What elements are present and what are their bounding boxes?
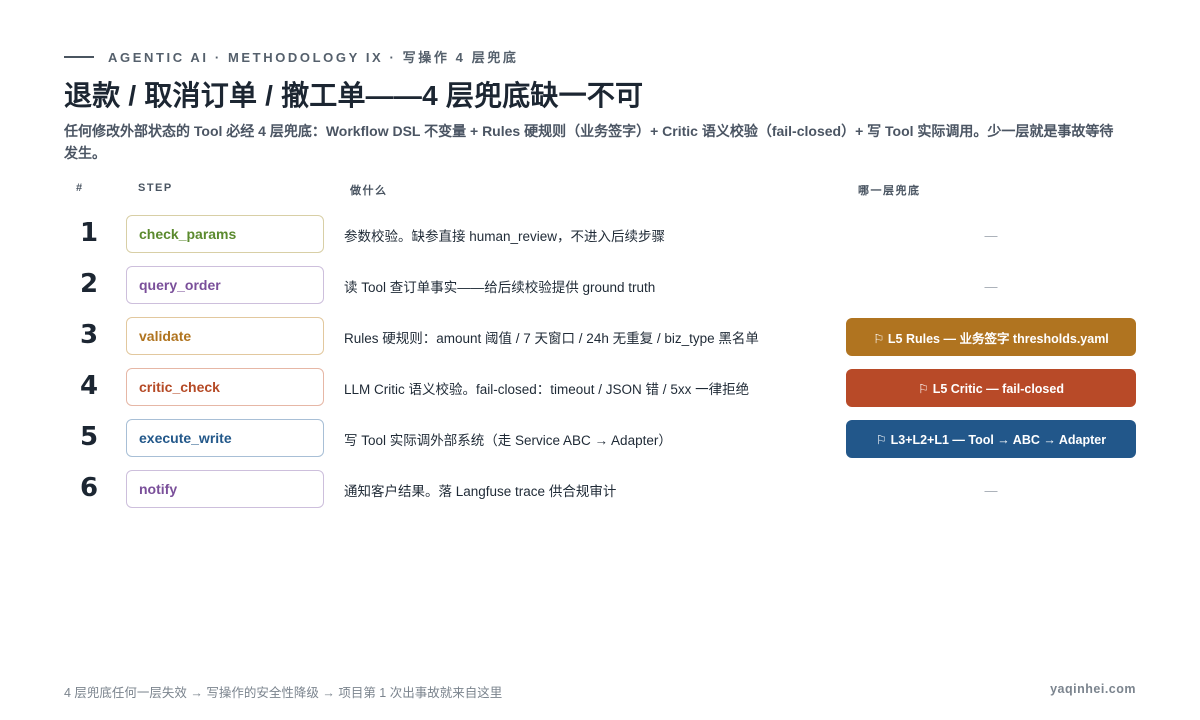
table-row: 3 validate Rules 硬规则：amount 阈值 / 7 天窗口 /… [0, 317, 1200, 357]
step-description: 读 Tool 查订单事实——给后续校验提供 ground truth [344, 280, 656, 295]
step-number: 1 [79, 218, 99, 248]
eyebrow: AGENTIC AI · METHODOLOGY IX · 写操作 4 层兜底 [64, 47, 519, 66]
step-chip: critic_check [126, 368, 324, 406]
step-number: 2 [79, 269, 99, 299]
step-description: 写 Tool 实际调外部系统（走 Service ABC → Adapter） [344, 433, 672, 448]
step-description: 参数校验。缺参直接 human_review，不进入后续步骤 [344, 229, 666, 244]
step-description: 通知客户结果。落 Langfuse trace 供合规审计 [344, 484, 617, 499]
table-row: 5 execute_write 写 Tool 实际调外部系统（走 Service… [0, 419, 1200, 459]
step-chip: validate [126, 317, 324, 355]
step-number: 5 [79, 422, 99, 452]
page-subtitle: 任何修改外部状态的 Tool 必经 4 层兜底：Workflow DSL 不变量… [64, 123, 1114, 161]
header-what: 做什么 [350, 185, 388, 197]
header-num: # [76, 182, 84, 194]
table-row: 6 notify 通知客户结果。落 Langfuse trace 供合规审计 — [0, 470, 1200, 510]
step-chip: execute_write [126, 419, 324, 457]
step-chip: check_params [126, 215, 324, 253]
layer-badge-critic: ⚐ L5 Critic — fail-closed [846, 369, 1136, 407]
header-layer: 哪一层兜底 [858, 185, 921, 197]
layer-badge-tool: ⚐ L3+L2+L1 — Tool → ABC → Adapter [846, 420, 1136, 458]
footer-note: 4 层兜底任何一层失效 → 写操作的安全性降级 → 项目第 1 次出事故就来自这… [64, 686, 503, 700]
step-description: LLM Critic 语义校验。fail-closed：timeout / JS… [344, 382, 750, 397]
table-row: 4 critic_check LLM Critic 语义校验。fail-clos… [0, 368, 1200, 408]
header-step: STEP [138, 182, 173, 194]
step-number: 3 [79, 320, 99, 350]
step-chip: notify [126, 470, 324, 508]
step-chip: query_order [126, 266, 324, 304]
step-number: 4 [79, 371, 99, 401]
page-title: 退款 / 取消订单 / 撤工单——4 层兜底缺一不可 [64, 80, 644, 111]
step-number: 6 [79, 473, 99, 503]
footer-site: yaqinhei.com [1050, 682, 1136, 696]
table-row: 2 query_order 读 Tool 查订单事实——给后续校验提供 grou… [0, 266, 1200, 306]
eyebrow-dash [64, 55, 94, 58]
table-row: 1 check_params 参数校验。缺参直接 human_review，不进… [0, 215, 1200, 255]
layer-empty: — [984, 227, 998, 243]
layer-empty: — [984, 482, 998, 498]
step-description: Rules 硬规则：amount 阈值 / 7 天窗口 / 24h 无重复 / … [344, 331, 759, 346]
eyebrow-text: AGENTIC AI · METHODOLOGY IX · 写操作 4 层兜底 [108, 50, 519, 65]
layer-empty: — [984, 278, 998, 294]
layer-badge-rules: ⚐ L5 Rules — 业务签字 thresholds.yaml [846, 318, 1136, 356]
